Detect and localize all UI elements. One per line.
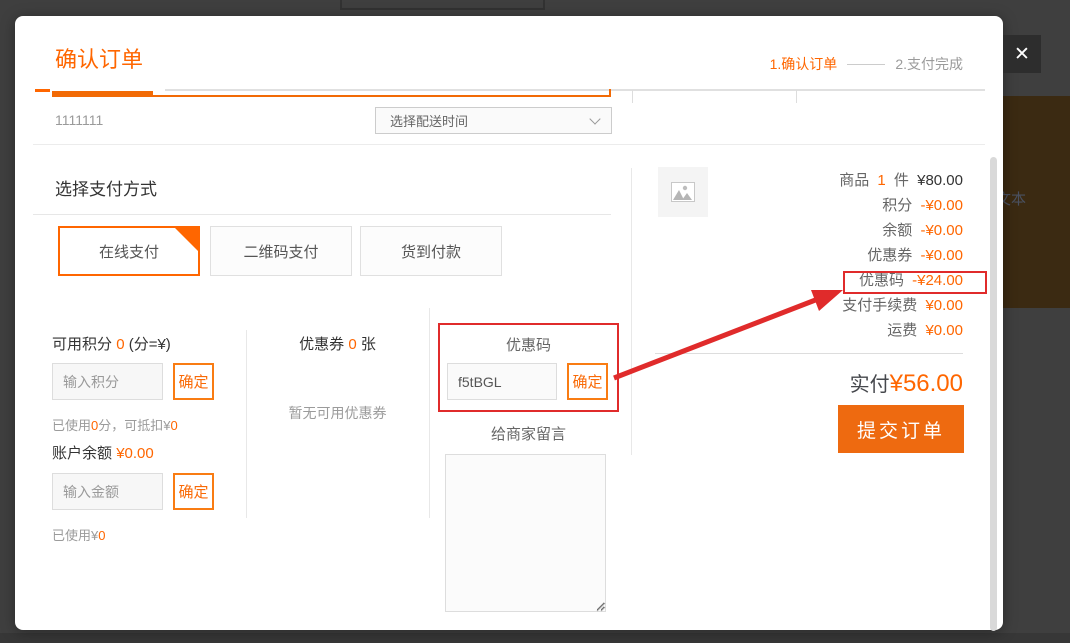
summary-row-coupon: 优惠券 -¥0.00 [633, 243, 963, 268]
balance-title: 账户余额 ¥0.00 [52, 442, 154, 463]
order-id-text: 1111111 [55, 112, 103, 128]
delivery-time-select[interactable]: 选择配送时间 [375, 107, 612, 134]
points-available-count: 0 [116, 336, 124, 353]
coupon-code-confirm-button[interactable]: 确定 [567, 363, 608, 400]
selected-corner-badge [173, 226, 200, 253]
submit-order-button[interactable]: 提交订单 [838, 405, 964, 453]
total-value: ¥56.00 [890, 370, 963, 398]
coupon-empty-text: 暂无可用优惠券 [246, 403, 429, 423]
modal-scrollbar[interactable] [990, 157, 997, 631]
payment-tab-cod[interactable]: 货到付款 [360, 226, 502, 276]
background-bottom-strip [0, 633, 1070, 643]
points-label: 可用积分 [52, 336, 112, 353]
payment-title-underline [33, 214, 611, 215]
step-indicator: 1.确认订单 2.支付完成 [770, 54, 963, 74]
page-title: 确认订单 [55, 42, 143, 74]
confirm-order-modal: 确认订单 1.确认订单 2.支付完成 1111111 选择配送时间 选择支付方式… [15, 16, 1003, 630]
coupon-count: 0 [348, 336, 356, 353]
summary-row-fee: 支付手续费 ¥0.00 [633, 293, 963, 318]
table-header-border [165, 89, 985, 91]
points-confirm-button[interactable]: 确定 [173, 363, 214, 400]
item-count: 1 [877, 172, 885, 189]
close-icon: ✕ [1014, 43, 1030, 65]
order-summary: 商品 1 件 ¥80.00 积分 -¥0.00 余额 -¥0.00 优惠券 -¥… [633, 168, 963, 343]
balance-confirm-button[interactable]: 确定 [173, 473, 214, 510]
merchant-message-textarea[interactable] [445, 454, 606, 612]
coupon-title: 优惠券 0 张 [246, 333, 429, 354]
step-confirm-order: 1.确认订单 [770, 54, 838, 74]
balance-value: ¥0.00 [116, 445, 154, 462]
background-input-remnant [340, 0, 545, 10]
summary-row-shipping: 运费 ¥0.00 [633, 318, 963, 343]
summary-row-item: 商品 1 件 ¥80.00 [633, 168, 963, 193]
column-divider-tick [632, 90, 633, 103]
payment-section-title: 选择支付方式 [55, 175, 157, 200]
summary-divider [655, 353, 963, 354]
summary-row-points: 积分 -¥0.00 [633, 193, 963, 218]
step-divider [847, 64, 885, 65]
merchant-message-label: 给商家留言 [438, 423, 619, 444]
payment-tab-online-label: 在线支付 [99, 244, 159, 261]
balance-used-note: 已使用¥0 [52, 525, 105, 544]
total-row: 实付 ¥56.00 [850, 368, 963, 398]
orange-border-corner [609, 89, 611, 97]
tab-underline-fragment [35, 89, 50, 92]
points-input[interactable] [52, 363, 163, 400]
background-text: 文本 [1003, 188, 1026, 209]
vertical-divider [429, 308, 430, 518]
coupon-code-input[interactable] [447, 363, 557, 400]
chevron-down-icon [589, 113, 600, 124]
step-pay-complete: 2.支付完成 [895, 54, 963, 74]
check-icon: ✓ [188, 202, 197, 215]
item-price: ¥80.00 [917, 172, 963, 189]
balance-input[interactable] [52, 473, 163, 510]
column-divider-tick [796, 90, 797, 103]
payment-tab-qrcode-label: 二维码支付 [243, 244, 318, 261]
vertical-divider [631, 168, 632, 455]
total-label: 实付 [850, 368, 890, 397]
background-banner: 文本 [1003, 96, 1070, 308]
points-title: 可用积分 0 (分=¥) [52, 333, 171, 354]
points-used-note: 已使用0分，可抵扣¥0 [52, 415, 178, 434]
summary-row-coupon-code: 优惠码 -¥24.00 [633, 268, 963, 293]
points-rate-note: (分=¥) [129, 336, 171, 353]
payment-tab-qrcode[interactable]: 二维码支付 [210, 226, 352, 276]
balance-label: 账户余额 [52, 445, 112, 462]
delivery-time-value: 选择配送时间 [390, 111, 591, 130]
close-button[interactable]: ✕ [1003, 35, 1041, 73]
vertical-divider [246, 330, 247, 518]
summary-row-balance: 余额 -¥0.00 [633, 218, 963, 243]
page-background: 文本 确认订单 1.确认订单 2.支付完成 1111111 选择配送时间 选择支… [0, 0, 1070, 643]
payment-tab-online[interactable]: 在线支付 ✓ [58, 226, 200, 276]
section-divider [33, 144, 985, 145]
coupon-code-title: 优惠码 [438, 334, 619, 355]
orange-border-line [53, 95, 611, 97]
payment-tab-cod-label: 货到付款 [401, 244, 461, 261]
